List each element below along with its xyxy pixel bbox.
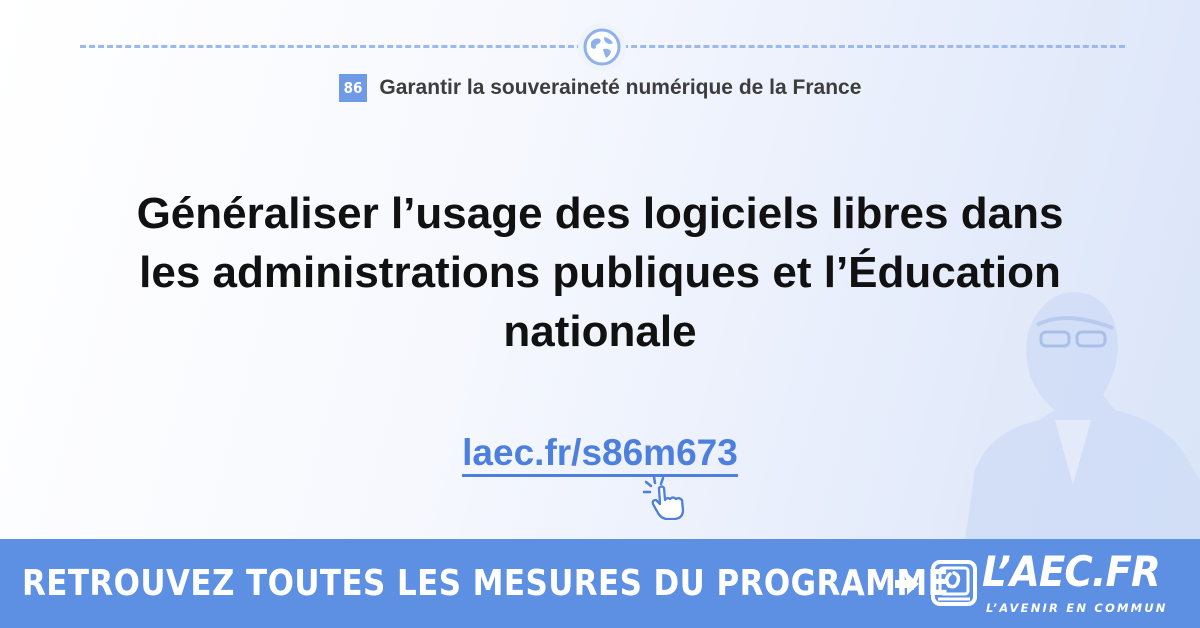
logo-wordmark: L’AEC.FR: [982, 547, 1161, 596]
headline-line: Généraliser l’usage des logiciels libres…: [136, 189, 1064, 238]
short-link-row: laec.fr/s86m673: [0, 432, 1200, 477]
chapter-number-badge: 86: [338, 74, 368, 102]
arrow-right-icon: [895, 573, 919, 595]
pointer-hand-icon: [642, 475, 685, 520]
logo-tagline: L’AVENIR EN COMMUN: [986, 601, 1168, 615]
globe-badge: [578, 23, 626, 71]
program-banner[interactable]: RETROUVEZ TOUTES LES MESURES DU PROGRAMM…: [0, 539, 1200, 628]
portrait-image: [965, 292, 1200, 540]
book-logo-icon: [931, 560, 977, 606]
globe-icon: [583, 28, 621, 66]
chapter-title: Garantir la souveraineté numérique de la…: [379, 76, 862, 99]
banner-cta-text[interactable]: RETROUVEZ TOUTES LES MESURES DU PROGRAMM…: [22, 563, 949, 604]
chapter-heading: 86 Garantir la souveraineté numérique de…: [0, 74, 1200, 102]
measure-short-link[interactable]: laec.fr/s86m673: [462, 432, 738, 477]
